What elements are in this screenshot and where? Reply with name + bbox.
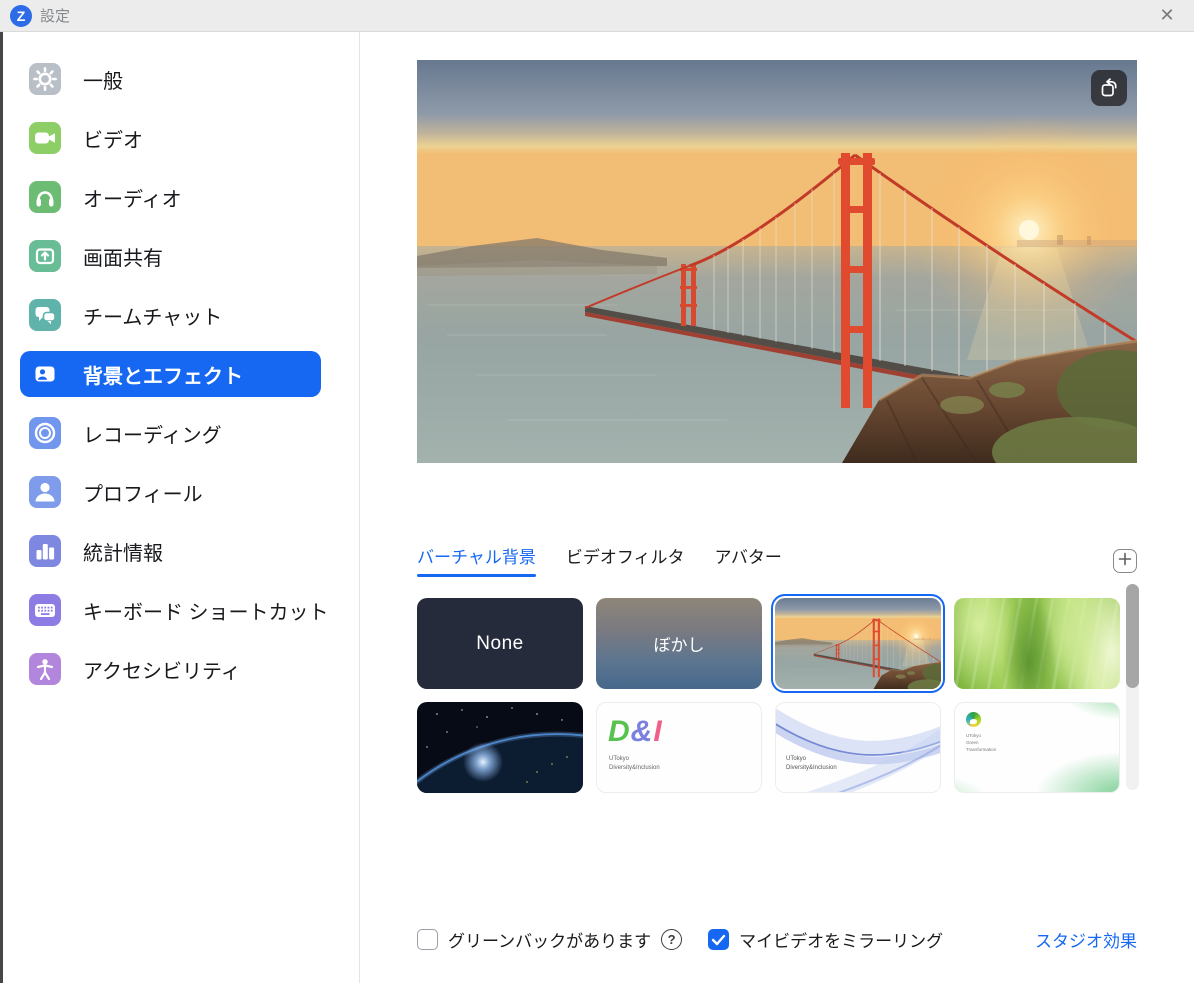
bar-chart-icon [29,535,61,567]
thumbnail-blur[interactable]: ぼかし [596,598,762,689]
sidebar-item-label: アクセシビリティ [83,655,241,684]
sidebar-item-label: キーボード ショートカット [83,596,329,625]
thumbnails-scrollbar-thumb[interactable] [1126,584,1139,688]
sidebar-item-recording[interactable]: レコーディング [20,410,321,456]
thumbnail-grass[interactable] [954,598,1120,689]
di-logo: D&I [608,717,663,747]
sidebar-item-label: レコーディング [83,419,222,448]
thumbnail-golden-gate[interactable] [775,598,941,689]
background-tabs: バーチャル背景 ビデオフィルタ アバター [417,543,1137,577]
add-background-button[interactable] [1113,549,1137,573]
thumbnail-caption: UTokyo Green Transformation [966,732,996,754]
thumbnail-utokyo-green[interactable]: UTokyo Green Transformation [954,702,1120,793]
settings-window: 一般 ビデオ オーディオ 画面共有 [0,32,1194,983]
settings-sidebar: 一般 ビデオ オーディオ 画面共有 [3,32,360,983]
person-icon [29,476,61,508]
help-icon[interactable]: ? [661,929,682,950]
thumbnail-caption: UTokyo Diversity&Inclusion [786,755,837,773]
sidebar-item-general[interactable]: 一般 [20,56,321,102]
sidebar-item-accessibility[interactable]: アクセシビリティ [20,646,321,692]
tab-avatar[interactable]: アバター [715,543,782,577]
gear-icon [29,63,61,95]
tab-video-filters[interactable]: ビデオフィルタ [566,543,685,577]
sidebar-item-keyboard-shortcuts[interactable]: キーボード ショートカット [20,587,321,633]
zoom-logo-icon: Z [10,5,32,27]
sidebar-item-label: 一般 [83,65,123,94]
thumbnail-caption: UTokyo Diversity&Inclusion [609,755,660,773]
sidebar-item-video[interactable]: ビデオ [20,115,321,161]
video-preview [417,60,1137,463]
thumbnail-earth-space[interactable] [417,702,583,793]
sidebar-item-audio[interactable]: オーディオ [20,174,321,220]
background-person-icon [29,358,61,390]
sidebar-item-label: 統計情報 [83,537,163,566]
sidebar-item-label: 背景とエフェクト [83,360,243,389]
green-screen-checkbox[interactable] [417,929,438,950]
thumbnail-none[interactable]: None [417,598,583,689]
sidebar-item-label: ビデオ [83,124,143,153]
titlebar: Z 設定 ✕ [0,0,1194,32]
mirror-video-checkbox[interactable] [708,929,729,950]
studio-effects-link[interactable]: スタジオ効果 [1035,927,1137,952]
thumbnails-scrollbar [1126,584,1139,790]
mirror-video-label: マイビデオをミラーリング [739,927,943,952]
sidebar-item-label: チームチャット [83,301,222,330]
close-icon[interactable]: ✕ [1150,2,1184,30]
keyboard-icon [29,594,61,626]
utokyo-green-logo-icon [966,712,981,727]
sidebar-item-team-chat[interactable]: チームチャット [20,292,321,338]
window-title: 設定 [40,5,70,26]
sidebar-item-screen-share[interactable]: 画面共有 [20,233,321,279]
share-screen-icon [29,240,61,272]
thumbnail-label: None [417,598,583,689]
background-thumbnails: None ぼかし [417,598,1120,793]
thumbnail-label: ぼかし [596,598,762,689]
video-camera-icon [29,122,61,154]
chat-bubbles-icon [29,299,61,331]
rotate-preview-button[interactable] [1091,70,1127,106]
tab-virtual-background[interactable]: バーチャル背景 [417,543,536,577]
background-options-bar: グリーンバックがあります ? マイビデオをミラーリング スタジオ効果 [417,927,1137,952]
sidebar-item-profile[interactable]: プロフィール [20,469,321,515]
sidebar-item-label: オーディオ [83,183,182,212]
plus-icon [1113,547,1137,576]
record-ring-icon [29,417,61,449]
accessibility-icon [29,653,61,685]
sidebar-item-statistics[interactable]: 統計情報 [20,528,321,574]
headphones-icon [29,181,61,213]
background-effects-panel: バーチャル背景 ビデオフィルタ アバター None ぼかし [360,32,1194,983]
thumbnail-utokyo-di-waves[interactable]: UTokyo Diversity&Inclusion [775,702,941,793]
sidebar-item-background-effects[interactable]: 背景とエフェクト [20,351,321,397]
sidebar-item-label: 画面共有 [83,242,163,271]
sidebar-item-label: プロフィール [83,478,203,507]
thumbnail-utokyo-di-logo[interactable]: D&I UTokyo Diversity&Inclusion [596,702,762,793]
green-screen-label: グリーンバックがあります [448,927,651,952]
